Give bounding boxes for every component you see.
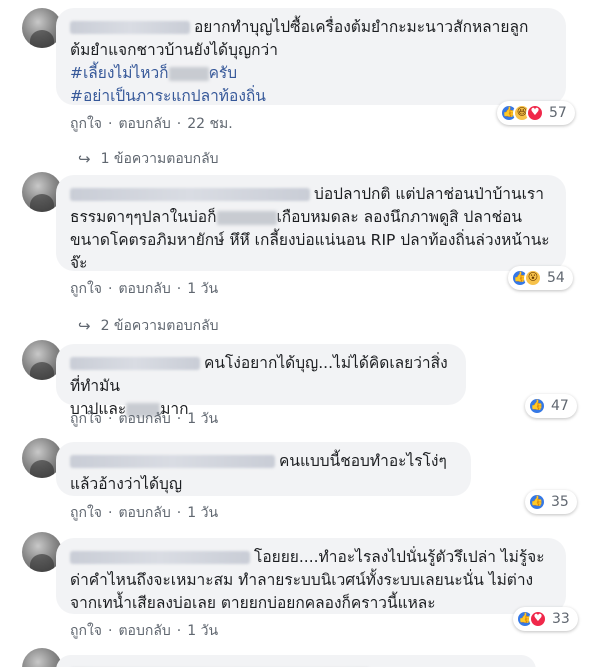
separator: ·	[176, 623, 182, 639]
reaction-summary[interactable]: 👍 35	[525, 490, 577, 514]
comment-text: อยากทำบุญไปซื้อเครื่องต้มยำกะมะนาวสักหลา…	[70, 16, 552, 108]
comment-text: โอยยย....ทำอะไรลงไปนั่นรู้ตัวรึเปล่า ไม่…	[70, 546, 552, 615]
separator: ·	[108, 505, 113, 521]
reaction-count: 47	[551, 398, 569, 414]
hashtag-suffix[interactable]: ครับ	[209, 64, 238, 82]
reaction-count: 35	[551, 494, 569, 510]
author-name-blurred[interactable]	[70, 188, 310, 201]
reply-link[interactable]: ตอบกลับ	[118, 281, 170, 297]
like-icon: 👍	[528, 397, 546, 415]
reaction-summary[interactable]: 👍 😮 54	[508, 266, 573, 290]
comment-bubble: คนโง่อยากได้บุญ...ไม่ได้คิดเลยว่าสิ่งที่…	[56, 344, 466, 418]
separator: ·	[176, 281, 182, 297]
separator: ·	[176, 116, 182, 132]
timestamp[interactable]: 1 วัน	[187, 505, 218, 521]
like-link[interactable]: ถูกใจ	[70, 411, 102, 427]
reaction-count: 33	[552, 611, 570, 627]
reaction-count: 54	[547, 270, 565, 286]
separator: ·	[176, 411, 182, 427]
separator: ·	[108, 116, 113, 132]
wow-icon: 😮	[524, 269, 542, 287]
author-name-blurred[interactable]	[70, 551, 250, 564]
comment-text: คนแบบนี้ชอบทำอะไรโง่ๆแล้วอ้างว่าได้บุญ	[70, 450, 457, 496]
comment-actions: ถูกใจ · ตอบกลับ · 22 ชม.	[70, 113, 233, 135]
like-link[interactable]: ถูกใจ	[70, 281, 102, 297]
hashtag-link[interactable]: #เลี้ยงไม่ไหวก็	[70, 64, 169, 82]
comment-bubble: โอยยย....ทำอะไรลงไปนั่นรู้ตัวรึเปล่า ไม่…	[56, 538, 566, 614]
reply-link[interactable]: ตอบกลับ	[118, 411, 170, 427]
like-link[interactable]: ถูกใจ	[70, 505, 102, 521]
love-icon: ♥	[526, 104, 544, 122]
reaction-summary[interactable]: 👍 47	[525, 394, 577, 418]
author-name-blurred[interactable]	[70, 455, 275, 468]
comment-actions: ถูกใจ · ตอบกลับ · 1 วัน	[70, 408, 218, 430]
censored-word	[216, 210, 277, 225]
comment-actions: ถูกใจ · ตอบกลับ · 1 วัน	[70, 502, 218, 524]
separator: ·	[108, 623, 113, 639]
comment-text: บ่อปลาปกติ แต่ปลาช่อนป่าบ้านเราธรรมดาๆๆป…	[70, 183, 552, 275]
reply-arrow-icon: ↪	[78, 150, 91, 168]
like-icon: 👍	[528, 493, 546, 511]
author-name-blurred[interactable]	[70, 357, 200, 370]
like-link[interactable]: ถูกใจ	[70, 623, 102, 639]
timestamp[interactable]: 1 วัน	[187, 623, 218, 639]
reply-link[interactable]: ตอบกลับ	[118, 505, 170, 521]
comment-bubble: คนแบบนี้ชอบทำอะไรโง่ๆแล้วอ้างว่าได้บุญ	[56, 442, 471, 496]
timestamp[interactable]: 1 วัน	[187, 411, 218, 427]
reply-link[interactable]: ตอบกลับ	[118, 623, 170, 639]
reply-link[interactable]: ตอบกลับ	[118, 116, 170, 132]
author-name-blurred[interactable]	[70, 21, 190, 34]
separator: ·	[176, 505, 182, 521]
like-link[interactable]: ถูกใจ	[70, 116, 102, 132]
comment-bubble: อยากทำบุญไปซื้อเครื่องต้มยำกะมะนาวสักหลา…	[56, 8, 566, 105]
timestamp[interactable]: 1 วัน	[187, 281, 218, 297]
replies-count-label: 2 ข้อความตอบกลับ	[100, 318, 219, 334]
reaction-summary[interactable]: 👍 😆 ♥ 57	[497, 101, 575, 125]
replies-count-label: 1 ข้อความตอบกลับ	[100, 151, 219, 167]
comment-actions: ถูกใจ · ตอบกลับ · 1 วัน	[70, 620, 218, 642]
censored-word	[168, 66, 209, 81]
comment-bubble	[56, 655, 536, 667]
view-replies-link[interactable]: ↪ 1 ข้อความตอบกลับ	[78, 148, 219, 170]
view-replies-link[interactable]: ↪ 2 ข้อความตอบกลับ	[78, 315, 219, 337]
reaction-count: 57	[549, 105, 567, 121]
hashtag-link[interactable]: #อย่าเป็นภาระแกปลาท้องถิ่น	[70, 87, 266, 105]
timestamp[interactable]: 22 ชม.	[187, 116, 232, 132]
reaction-summary[interactable]: 👍 ♥ 33	[513, 607, 578, 631]
love-icon: ♥	[529, 610, 547, 628]
reply-arrow-icon: ↪	[78, 317, 91, 335]
comment-bubble: บ่อปลาปกติ แต่ปลาช่อนป่าบ้านเราธรรมดาๆๆป…	[56, 175, 566, 272]
separator: ·	[108, 281, 113, 297]
comment-actions: ถูกใจ · ตอบกลับ · 1 วัน	[70, 278, 218, 300]
separator: ·	[108, 411, 113, 427]
